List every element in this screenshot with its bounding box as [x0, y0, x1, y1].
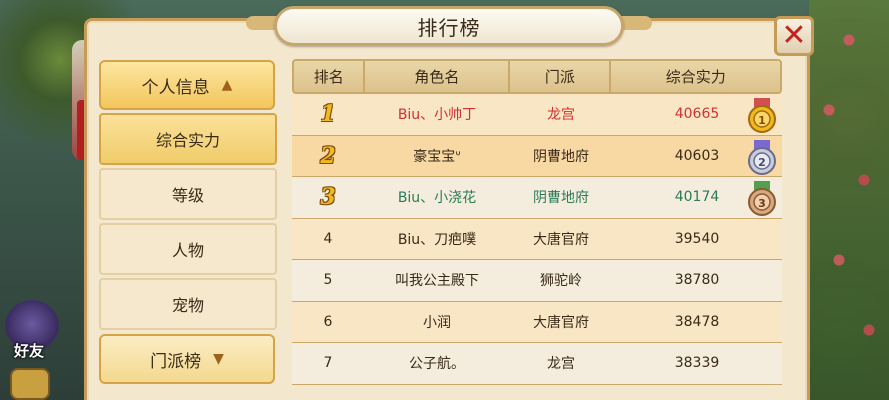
player-power: 38780	[674, 272, 720, 289]
player-name: Biu、小浇花	[397, 190, 477, 207]
table-row[interactable]: 2 豪宝宝ᐡ 阴曹地府 40603 2	[292, 135, 782, 177]
rank-number: 5	[323, 272, 333, 289]
rank-number: 2	[320, 142, 336, 169]
table-row[interactable]: 1 Biu、小帅丁 龙宫 40665 1	[292, 94, 782, 136]
rank-number: 3	[320, 184, 336, 211]
svg-text:3: 3	[758, 197, 766, 210]
header-rank: 排名	[294, 61, 366, 92]
friend-label[interactable]: 好友	[14, 340, 44, 361]
player-school: 大唐官府	[533, 231, 589, 248]
table-row[interactable]: 3 Biu、小浇花 阴曹地府 40174 3	[292, 177, 782, 219]
player-school: 阴曹地府	[533, 190, 589, 207]
player-name: Biu、小帅丁	[397, 107, 477, 124]
player-school: 龙宫	[547, 107, 575, 124]
player-power: 39540	[674, 230, 720, 247]
silver-medal-icon: 2	[748, 139, 776, 175]
player-power: 38478	[674, 313, 720, 330]
chevron-down-icon: ▼	[213, 351, 224, 367]
table-row[interactable]: 5 叫我公主殿下 狮驼岭 38780	[292, 260, 782, 302]
table-row[interactable]: 4 Biu、刀疤噗 大唐官府 39540	[292, 218, 782, 260]
menu-header-personal-info[interactable]: 个人信息 ▲	[99, 60, 275, 110]
svg-text:1: 1	[758, 114, 766, 127]
menu-item-overall[interactable]: 综合实力	[99, 113, 277, 165]
close-icon: ✕	[781, 18, 807, 53]
player-name: 公子航。	[409, 356, 465, 373]
page-title: 排行榜	[417, 15, 481, 40]
menu-item-label: 人物	[171, 241, 204, 260]
menu-section-label: 门派榜	[150, 351, 202, 372]
rank-number: 7	[323, 355, 333, 372]
menu-item-character[interactable]: 人物	[99, 223, 277, 275]
menu-item-pet[interactable]: 宠物	[99, 278, 277, 330]
menu-header-label: 个人信息	[141, 77, 210, 98]
header-school: 门派	[510, 61, 612, 92]
menu-item-label: 等级	[171, 186, 204, 205]
header-power: 综合实力	[665, 68, 726, 86]
player-name: 豪宝宝ᐡ	[413, 148, 461, 165]
gold-medal-icon: 1	[748, 98, 776, 133]
title-banner: 排行榜	[274, 6, 624, 46]
menu-header-school-rank[interactable]: 门派榜 ▼	[99, 334, 275, 384]
svg-text:2: 2	[758, 156, 766, 169]
player-name: 叫我公主殿下	[395, 273, 479, 290]
table-body: 1 Biu、小帅丁 龙宫 40665 1 2 豪宝宝ᐡ 阴曹地府 40603 2	[292, 94, 782, 385]
table-row[interactable]: 6 小润 大唐官府 38478	[292, 301, 782, 343]
player-name: 小润	[423, 314, 451, 331]
rank-number: 1	[320, 101, 336, 128]
table-row[interactable]: 7 公子航。 龙宫 38339	[292, 343, 782, 385]
table-header: 排名 角色名 门派 综合实力	[292, 59, 782, 94]
player-name: Biu、刀疤噗	[397, 231, 477, 248]
rank-number: 4	[323, 230, 333, 247]
header-name: 角色名	[365, 61, 511, 92]
tree-decoration	[809, 0, 889, 400]
menu-item-label: 宠物	[171, 296, 204, 315]
player-school: 阴曹地府	[533, 148, 589, 165]
player-power: 38339	[674, 355, 720, 372]
close-button[interactable]: ✕	[774, 16, 814, 56]
category-menu: 个人信息 ▲ 综合实力 等级 人物 宠物 门派榜 ▼	[99, 60, 277, 384]
bronze-medal-icon: 3	[748, 181, 776, 216]
rank-number: 6	[323, 313, 333, 330]
chevron-up-icon: ▲	[221, 77, 233, 93]
player-school: 大唐官府	[533, 314, 589, 331]
player-school: 狮驼岭	[540, 273, 582, 290]
chat-icon[interactable]	[10, 368, 50, 400]
player-school: 龙宫	[547, 356, 575, 373]
ranking-table: 排名 角色名 门派 综合实力 1 Biu、小帅丁 龙宫 40665 1 2 豪宝…	[292, 59, 782, 385]
menu-item-label: 综合实力	[155, 131, 220, 150]
menu-item-level[interactable]: 等级	[99, 168, 277, 220]
